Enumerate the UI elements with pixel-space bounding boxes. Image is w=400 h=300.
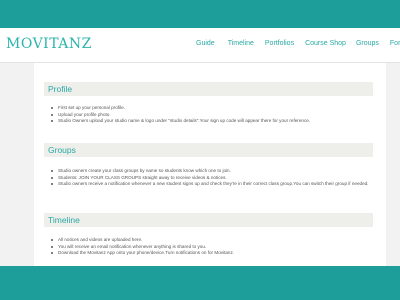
timeline-bullet-list: All notices and videos are uploaded here… bbox=[50, 237, 376, 257]
list-item: Studio owners receive a notification whe… bbox=[50, 181, 376, 188]
nav-forum[interactable]: Forum bbox=[390, 40, 400, 52]
profile-bullet-list: First set up your personal profile. Uplo… bbox=[50, 105, 376, 125]
nav-course-shop[interactable]: Course Shop bbox=[305, 40, 346, 52]
list-item: All notices and videos are uploaded here… bbox=[50, 237, 376, 244]
nav-timeline[interactable]: Timeline bbox=[228, 40, 254, 52]
site-header: MOVITANZ Guide Timeline Portfolios Cours… bbox=[0, 28, 400, 63]
nav-guide[interactable]: Guide bbox=[196, 40, 215, 52]
list-item: You will receive an email notification w… bbox=[50, 244, 376, 251]
profile-section-header: Profile bbox=[44, 82, 373, 96]
main-nav: Guide Timeline Portfolios Course Shop Gr… bbox=[196, 40, 400, 52]
list-item: Download the Movitanz App onto your phon… bbox=[50, 250, 376, 257]
movitanz-logo[interactable]: MOVITANZ bbox=[6, 36, 92, 52]
list-item: First set up your personal profile. bbox=[50, 105, 376, 112]
list-item: Upload your profile photo. bbox=[50, 112, 376, 119]
groups-bullet-list: Studio owners create your class groups b… bbox=[50, 168, 376, 188]
window-top-band bbox=[0, 0, 400, 28]
list-item: Students: JOIN YOUR CLASS GROUPS straigh… bbox=[50, 175, 376, 182]
page-content[interactable]: Profile First set up your personal profi… bbox=[0, 63, 400, 266]
window-bottom-band bbox=[0, 266, 400, 300]
timeline-section-header: Timeline bbox=[44, 213, 373, 227]
profile-section-title: Profile bbox=[48, 84, 73, 94]
nav-groups[interactable]: Groups bbox=[356, 40, 379, 52]
list-item: Studio Owners upload your studio name & … bbox=[50, 118, 376, 125]
groups-section-title: Groups bbox=[48, 145, 76, 155]
nav-portfolios[interactable]: Portfolios bbox=[265, 40, 294, 52]
timeline-section-title: Timeline bbox=[48, 215, 80, 225]
groups-section-header: Groups bbox=[44, 143, 373, 157]
guide-card: Profile First set up your personal profi… bbox=[34, 63, 386, 266]
list-item: Studio owners create your class groups b… bbox=[50, 168, 376, 175]
